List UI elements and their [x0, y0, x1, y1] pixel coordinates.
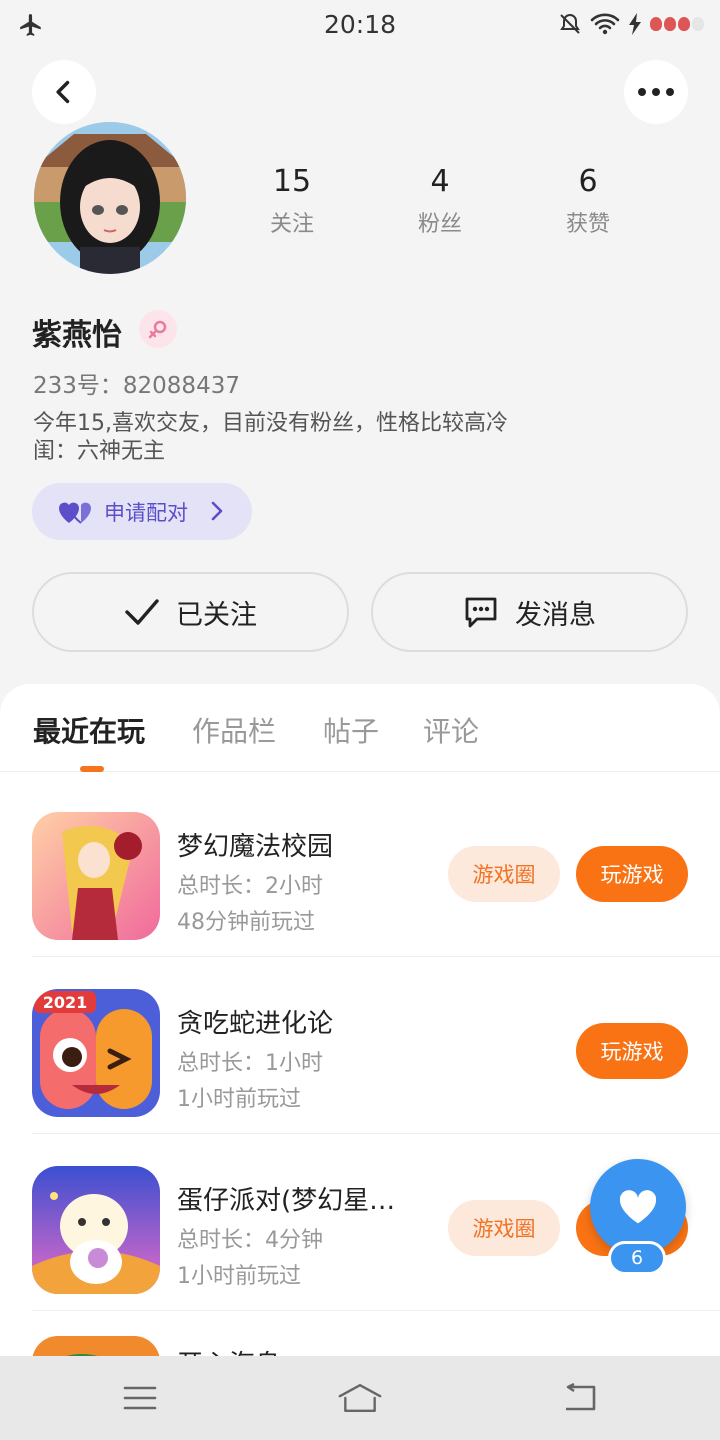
following-count: 15	[272, 164, 312, 199]
female-gender-icon	[139, 310, 177, 348]
followed-label: 已关注	[176, 599, 257, 631]
send-message-label: 发消息	[515, 599, 596, 631]
menu-button[interactable]	[118, 1376, 162, 1420]
checkmark-icon	[125, 599, 159, 625]
active-tab-indicator	[80, 766, 104, 772]
game-duration: 总时长：1小时	[177, 1051, 323, 1076]
bio-line: 今年15,喜欢交友，目前没有粉丝，性格比较高冷	[33, 411, 508, 436]
game-last-played: 48分钟前玩过	[177, 910, 315, 935]
return-icon	[566, 1383, 596, 1411]
play-game-button[interactable]: 玩游戏	[576, 846, 688, 902]
game-list-item[interactable]: 2021 贪吃蛇进化论 总时长：1小时 1小时前玩过 玩游戏	[0, 957, 720, 1134]
heart-icon	[619, 1190, 657, 1224]
apply-pair-label: 申请配对	[104, 500, 188, 525]
user-id: 233号：82088437	[33, 373, 240, 399]
likes-label: 获赞	[565, 212, 610, 237]
game-icon	[32, 1166, 160, 1294]
battery-icon	[650, 17, 704, 31]
avatar-image	[34, 122, 186, 274]
game-list-item[interactable]: 梦幻魔法校园 总时长：2小时 48分钟前玩过 游戏圈 玩游戏	[0, 780, 720, 957]
mute-bell-icon	[560, 13, 580, 34]
tab-recently-played[interactable]: 最近在玩	[33, 710, 145, 750]
user-name: 紫燕怡	[32, 318, 122, 353]
game-icon: 2021	[32, 989, 160, 1117]
followed-button[interactable]: 已关注	[32, 572, 349, 652]
tab-bar: 最近在玩 作品栏 帖子 评论	[0, 684, 720, 772]
charging-icon	[629, 13, 641, 35]
send-message-button[interactable]: 发消息	[371, 572, 688, 652]
status-bar: 20:18	[0, 0, 720, 52]
game-badge: 2021	[43, 993, 88, 1012]
chevron-left-icon	[56, 80, 70, 104]
system-nav-bar	[0, 1356, 720, 1440]
fans-count: 4	[430, 164, 450, 199]
status-icons	[558, 12, 704, 36]
following-stat[interactable]: 15 关注	[232, 164, 352, 238]
likes-stat[interactable]: 6 获赞	[528, 164, 648, 238]
game-icon	[32, 812, 160, 940]
game-last-played: 1小时前玩过	[177, 1087, 301, 1112]
user-bio: 今年15,喜欢交友，目前没有粉丝，性格比较高冷 闺：六神无主	[33, 410, 593, 466]
home-button[interactable]	[338, 1376, 382, 1420]
double-heart-icon	[59, 502, 91, 524]
back-button[interactable]	[32, 60, 96, 124]
avatar[interactable]	[34, 122, 186, 274]
tab-comments[interactable]: 评论	[423, 710, 479, 750]
wifi-icon	[590, 13, 620, 35]
game-duration: 总时长：4分钟	[177, 1228, 323, 1253]
play-game-button[interactable]: 玩游戏	[576, 1023, 688, 1079]
back-nav-button[interactable]	[558, 1376, 602, 1420]
bio-line: 闺：六神无主	[33, 439, 166, 464]
fans-stat[interactable]: 4 粉丝	[380, 164, 500, 238]
game-title: 梦幻魔法校园	[177, 832, 334, 862]
game-last-played: 1小时前玩过	[177, 1264, 301, 1289]
more-dots-icon	[638, 88, 674, 96]
apply-pair-button[interactable]: 申请配对	[32, 483, 252, 540]
menu-icon	[123, 1386, 157, 1410]
game-circle-button[interactable]: 游戏圈	[448, 1200, 560, 1256]
more-options-button[interactable]	[624, 60, 688, 124]
game-circle-button[interactable]: 游戏圈	[448, 846, 560, 902]
game-duration: 总时长：2小时	[177, 874, 323, 899]
home-icon	[338, 1383, 382, 1413]
fans-label: 粉丝	[417, 212, 462, 237]
game-title: 贪吃蛇进化论	[177, 1009, 334, 1039]
tab-posts[interactable]: 帖子	[323, 710, 379, 750]
tab-works[interactable]: 作品栏	[192, 710, 276, 750]
chat-bubble-icon	[465, 597, 497, 628]
game-title: 蛋仔派对(梦幻星…	[177, 1186, 396, 1216]
like-count-badge: 6	[608, 1241, 666, 1275]
chevron-right-icon	[211, 501, 223, 521]
following-label: 关注	[269, 212, 314, 237]
likes-count: 6	[578, 164, 598, 199]
